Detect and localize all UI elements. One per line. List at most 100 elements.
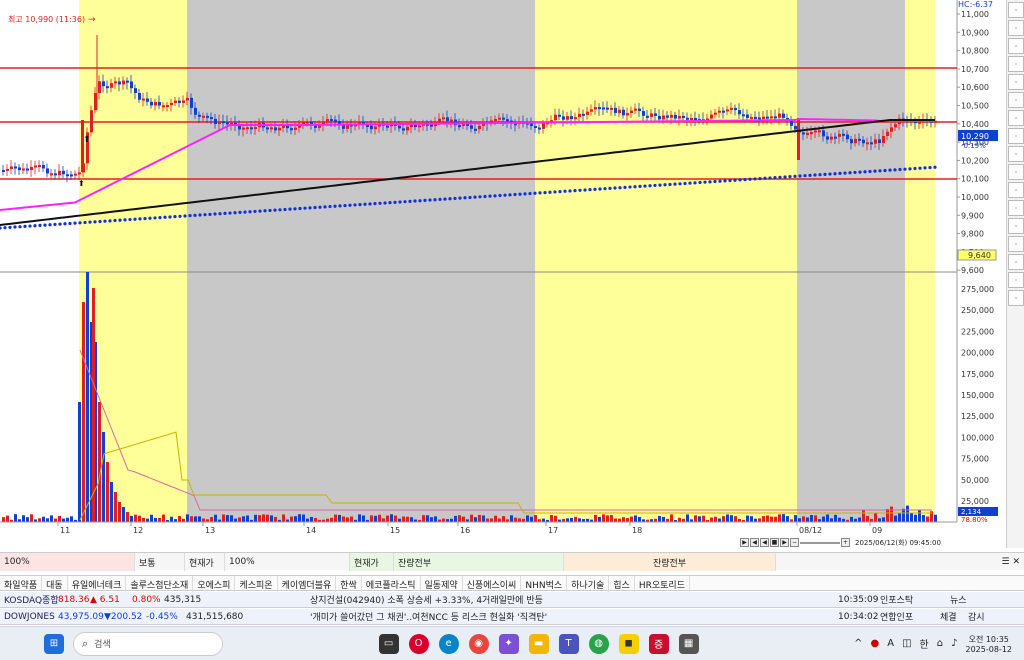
chevron-up-icon[interactable]: ^ bbox=[854, 638, 862, 649]
windows-start-icon[interactable]: ⊞ bbox=[44, 633, 64, 654]
watch-tag[interactable]: 신풍에스이씨 bbox=[463, 576, 522, 592]
candle bbox=[226, 122, 229, 125]
wave-icon[interactable]: · bbox=[1008, 146, 1024, 162]
kakao-icon[interactable]: ◼ bbox=[618, 633, 639, 654]
pen-icon[interactable]: · bbox=[1008, 254, 1024, 270]
watch-tag[interactable]: 에코플라스틱 bbox=[362, 576, 421, 592]
trading-app-icon[interactable]: 증 bbox=[648, 633, 669, 654]
play-icon[interactable]: ▶ bbox=[740, 538, 749, 547]
auto-icon[interactable]: · bbox=[1008, 128, 1024, 144]
opera-icon[interactable]: O bbox=[408, 633, 429, 654]
candle bbox=[158, 101, 161, 106]
watch-tag[interactable]: HR오토리드 bbox=[635, 576, 690, 592]
candle bbox=[622, 109, 625, 116]
watch-tag[interactable]: 일동제약 bbox=[421, 576, 463, 592]
all-icon[interactable]: · bbox=[1008, 272, 1024, 288]
prev-icon[interactable]: ◀ bbox=[760, 538, 769, 547]
volume-bar bbox=[534, 515, 537, 522]
search-box[interactable]: ⌕ 검색 bbox=[73, 631, 223, 656]
watch-tag[interactable]: 화일약품 bbox=[0, 576, 43, 592]
mode-label[interactable]: 보통 bbox=[135, 553, 185, 571]
tab-watch[interactable]: 감시 bbox=[968, 610, 992, 623]
fib-icon[interactable]: · bbox=[1008, 92, 1024, 108]
shape-icon[interactable]: · bbox=[1008, 164, 1024, 180]
ma-blue-dot bbox=[328, 204, 332, 209]
news-source[interactable]: 인포스탁 bbox=[880, 593, 950, 606]
pct-label[interactable]: 100% bbox=[225, 553, 350, 571]
watch-tag[interactable]: 힙스 bbox=[609, 576, 635, 592]
candle bbox=[146, 98, 149, 102]
calculator-icon[interactable]: ▦ bbox=[678, 633, 699, 654]
ma-blue-dot bbox=[798, 174, 802, 178]
line-icon[interactable]: · bbox=[1008, 56, 1024, 72]
candle bbox=[846, 134, 849, 140]
tab-trades[interactable]: 체결 bbox=[940, 610, 968, 623]
candle bbox=[470, 125, 473, 129]
current-label[interactable]: 현재가 bbox=[350, 553, 394, 571]
copilot-icon[interactable]: ✦ bbox=[498, 633, 519, 654]
volume-bar bbox=[574, 516, 577, 522]
chrome-icon[interactable]: ◉ bbox=[468, 633, 489, 654]
price-type[interactable]: 현재가 bbox=[185, 553, 225, 571]
volume-icon[interactable]: ◫ bbox=[902, 638, 911, 649]
candle bbox=[134, 88, 137, 93]
news-source[interactable]: 연합인포 bbox=[880, 610, 940, 623]
index-name: KOSDAQ종합 bbox=[4, 596, 59, 606]
news-headline[interactable]: '개미가 쓸어갔던 그 채권'..여천NCC 등 리스크 현실화 '직격탄' bbox=[310, 610, 838, 623]
arrow-icon[interactable]: · bbox=[1008, 182, 1024, 198]
watch-tag[interactable]: 한싹 bbox=[336, 576, 362, 592]
candle bbox=[78, 172, 81, 175]
watch-tag[interactable]: 솔루스첨단소재 bbox=[126, 576, 194, 592]
watch-tag[interactable]: 유일에너테크 bbox=[68, 576, 127, 592]
high-price-label: 최고 10,990 (11:36) bbox=[8, 14, 85, 24]
zoom-in-icon[interactable]: + bbox=[841, 538, 850, 547]
globe-icon[interactable]: ◍ bbox=[588, 633, 609, 654]
clock[interactable]: 오전 10:35 2025-08-12 bbox=[966, 634, 1013, 654]
watch-tag[interactable]: NHN벅스 bbox=[521, 576, 568, 592]
cursor-icon[interactable]: · bbox=[1008, 38, 1024, 54]
text-icon[interactable]: · bbox=[1008, 200, 1024, 216]
trend-icon[interactable]: · bbox=[1008, 74, 1024, 90]
volume-bar bbox=[926, 516, 929, 522]
folder-icon[interactable]: ▬ bbox=[528, 633, 549, 654]
text2-icon[interactable]: · bbox=[1008, 290, 1024, 306]
volume-bar bbox=[150, 514, 153, 522]
zoom-slider[interactable] bbox=[800, 541, 840, 544]
ma-blue-dot bbox=[38, 223, 42, 227]
watch-tag[interactable]: 오에스피 bbox=[193, 576, 236, 592]
menu-icon[interactable]: ☰ ✕ bbox=[776, 553, 1024, 571]
balance-label[interactable]: 잔량전부 bbox=[394, 553, 564, 571]
network-icon[interactable]: ⌂ bbox=[937, 638, 943, 649]
news-headline[interactable]: 상지건설(042940) 소폭 상승세 +3.33%, 4거래일만에 반등 bbox=[310, 593, 838, 606]
watch-tag[interactable]: 케스피온 bbox=[235, 576, 278, 592]
first-icon[interactable]: ◀ bbox=[750, 538, 759, 547]
lang-indicator[interactable]: 한 bbox=[920, 636, 929, 651]
candle bbox=[42, 164, 45, 169]
font-indicator[interactable]: A bbox=[887, 638, 894, 649]
box-icon[interactable]: · bbox=[1008, 218, 1024, 234]
zoom-out-icon[interactable]: − bbox=[790, 538, 799, 547]
ruler-icon[interactable]: · bbox=[1008, 110, 1024, 126]
app-icons: ▭ O e ◉ ✦ ▬ T ◍ ◼ 증 ▦ bbox=[223, 633, 854, 654]
candle bbox=[410, 125, 413, 128]
next-icon[interactable]: ▶ bbox=[780, 538, 789, 547]
watch-tag[interactable]: 하나기술 bbox=[567, 576, 610, 592]
stock-chart[interactable]: 11,000 10,900 10,800 10,700 10,600 10,500 10,4… bbox=[0, 0, 1006, 548]
watch-tag[interactable]: 대동 bbox=[42, 576, 68, 592]
left-pct: 100% bbox=[0, 553, 135, 571]
crosshair-icon[interactable]: · bbox=[1008, 20, 1024, 36]
speaker-icon[interactable]: ♪ bbox=[951, 638, 957, 649]
eraser-icon[interactable]: · bbox=[1008, 236, 1024, 252]
task-view-icon[interactable]: ▭ bbox=[378, 633, 399, 654]
teams-icon[interactable]: T bbox=[558, 633, 579, 654]
tab-news[interactable]: 뉴스 bbox=[950, 593, 980, 606]
watch-tag[interactable]: 케이엠더블유 bbox=[278, 576, 337, 592]
stop-icon[interactable]: ■ bbox=[770, 538, 779, 547]
price-tick-label: 10,000 bbox=[961, 193, 989, 202]
defender-icon[interactable]: ● bbox=[871, 638, 880, 649]
font-icon[interactable]: · bbox=[1008, 2, 1024, 18]
volume-bar bbox=[78, 402, 81, 522]
balance2-label[interactable]: 잔량전부 bbox=[564, 553, 776, 571]
chart-canvas[interactable]: 11,000 10,900 10,800 10,700 10,600 10,500 10,4… bbox=[0, 0, 1006, 548]
edge-icon[interactable]: e bbox=[438, 633, 459, 654]
